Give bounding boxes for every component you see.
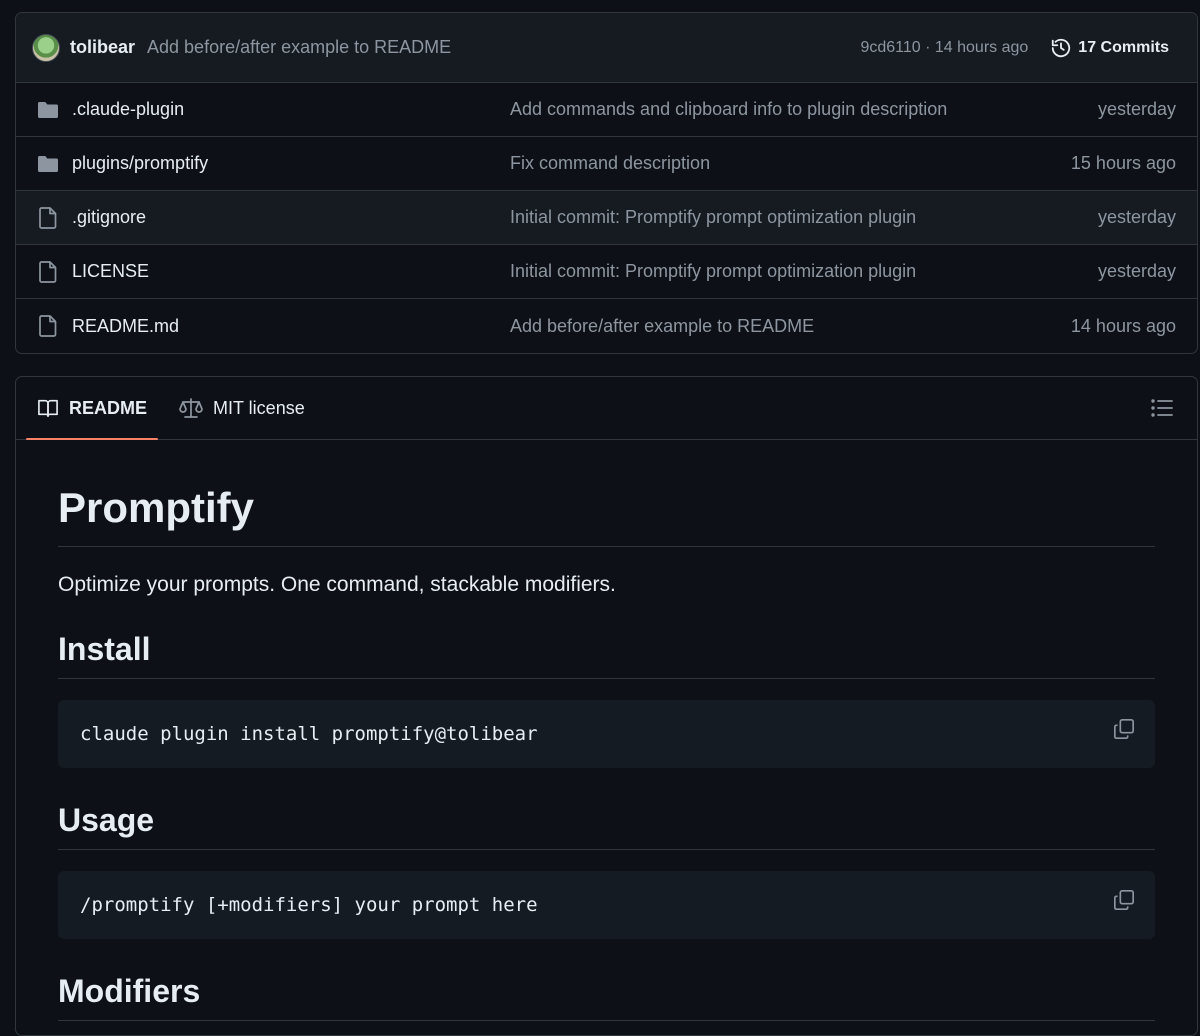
file-commit-time: 15 hours ago: [1070, 153, 1176, 173]
readme-intro: Optimize your prompts. One command, stac…: [58, 573, 616, 596]
commit-author[interactable]: tolibear: [70, 37, 135, 58]
install-heading: Install: [58, 631, 1155, 679]
folder-icon: [16, 101, 72, 119]
readme-panel: README MIT license Promptify Optimize yo…: [15, 376, 1198, 1036]
file-name[interactable]: plugins/promptify: [72, 153, 510, 174]
file-commit-message[interactable]: Initial commit: Promptify prompt optimiz…: [510, 207, 1098, 228]
history-icon: [1052, 38, 1071, 57]
tab-license[interactable]: MIT license: [168, 377, 316, 439]
usage-code-block: /promptify [+modifiers] your prompt here: [58, 871, 1155, 939]
file-name[interactable]: .claude-plugin: [72, 99, 510, 120]
usage-heading: Usage: [58, 802, 1155, 850]
file-commit-time: 14 hours ago: [1070, 315, 1176, 336]
readme-content: Promptify Optimize your prompts. One com…: [16, 484, 1197, 1021]
usage-command: /promptify [+modifiers] your prompt here: [80, 894, 538, 916]
file-name[interactable]: LICENSE: [72, 261, 510, 282]
file-icon: [16, 315, 72, 337]
commits-link[interactable]: 17 Commits: [1050, 37, 1169, 59]
file-commit-message[interactable]: Add commands and clipboard info to plugi…: [510, 99, 1098, 120]
scale-icon: [179, 398, 203, 418]
file-commit-message[interactable]: Initial commit: Promptify prompt optimiz…: [510, 261, 1098, 282]
file-name[interactable]: README.md: [72, 316, 510, 337]
file-name[interactable]: .gitignore: [72, 207, 510, 228]
readme-tabs: README MIT license: [16, 377, 1197, 440]
file-row[interactable]: .claude-plugin Add commands and clipboard…: [16, 83, 1197, 137]
book-icon: [38, 399, 58, 417]
file-row[interactable]: LICENSE Initial commit: Promptify prompt …: [16, 245, 1197, 299]
file-commit-time: yesterday: [1097, 99, 1176, 119]
readme-title: Promptify: [58, 484, 1155, 547]
file-row[interactable]: README.md Add before/after example to REA…: [16, 299, 1197, 353]
commit-message[interactable]: Add before/after example to README: [147, 37, 451, 58]
file-commit-time: yesterday: [1097, 207, 1176, 227]
copy-icon[interactable]: [1113, 718, 1135, 745]
copy-icon[interactable]: [1113, 889, 1135, 916]
folder-icon: [16, 155, 72, 173]
modifiers-heading: Modifiers: [58, 973, 1155, 1021]
outline-icon[interactable]: [1151, 398, 1173, 423]
install-command: claude plugin install promptify@tolibear: [80, 723, 538, 745]
file-row[interactable]: .gitignore Initial commit: Promptify prom…: [16, 191, 1197, 245]
file-browser: tolibear Add before/after example to REA…: [15, 12, 1198, 354]
tab-license-label: MIT license: [213, 397, 305, 418]
tab-readme[interactable]: README: [26, 377, 159, 440]
file-commit-message[interactable]: Fix command description: [510, 153, 1071, 174]
file-row[interactable]: plugins/promptify Fix command description…: [16, 137, 1197, 191]
file-commit-time: yesterday: [1097, 261, 1176, 281]
commits-count: 17 Commits: [1078, 38, 1169, 56]
file-commit-message[interactable]: Add before/after example to README: [510, 316, 1071, 337]
file-icon: [16, 206, 72, 229]
avatar[interactable]: [32, 33, 60, 62]
latest-commit-bar: tolibear Add before/after example to REA…: [16, 13, 1197, 83]
tab-readme-label: README: [69, 397, 148, 418]
install-code-block: claude plugin install promptify@tolibear: [58, 700, 1155, 768]
commit-sha-time[interactable]: 9cd6110 · 14 hours ago: [860, 39, 1028, 57]
file-icon: [16, 260, 72, 283]
